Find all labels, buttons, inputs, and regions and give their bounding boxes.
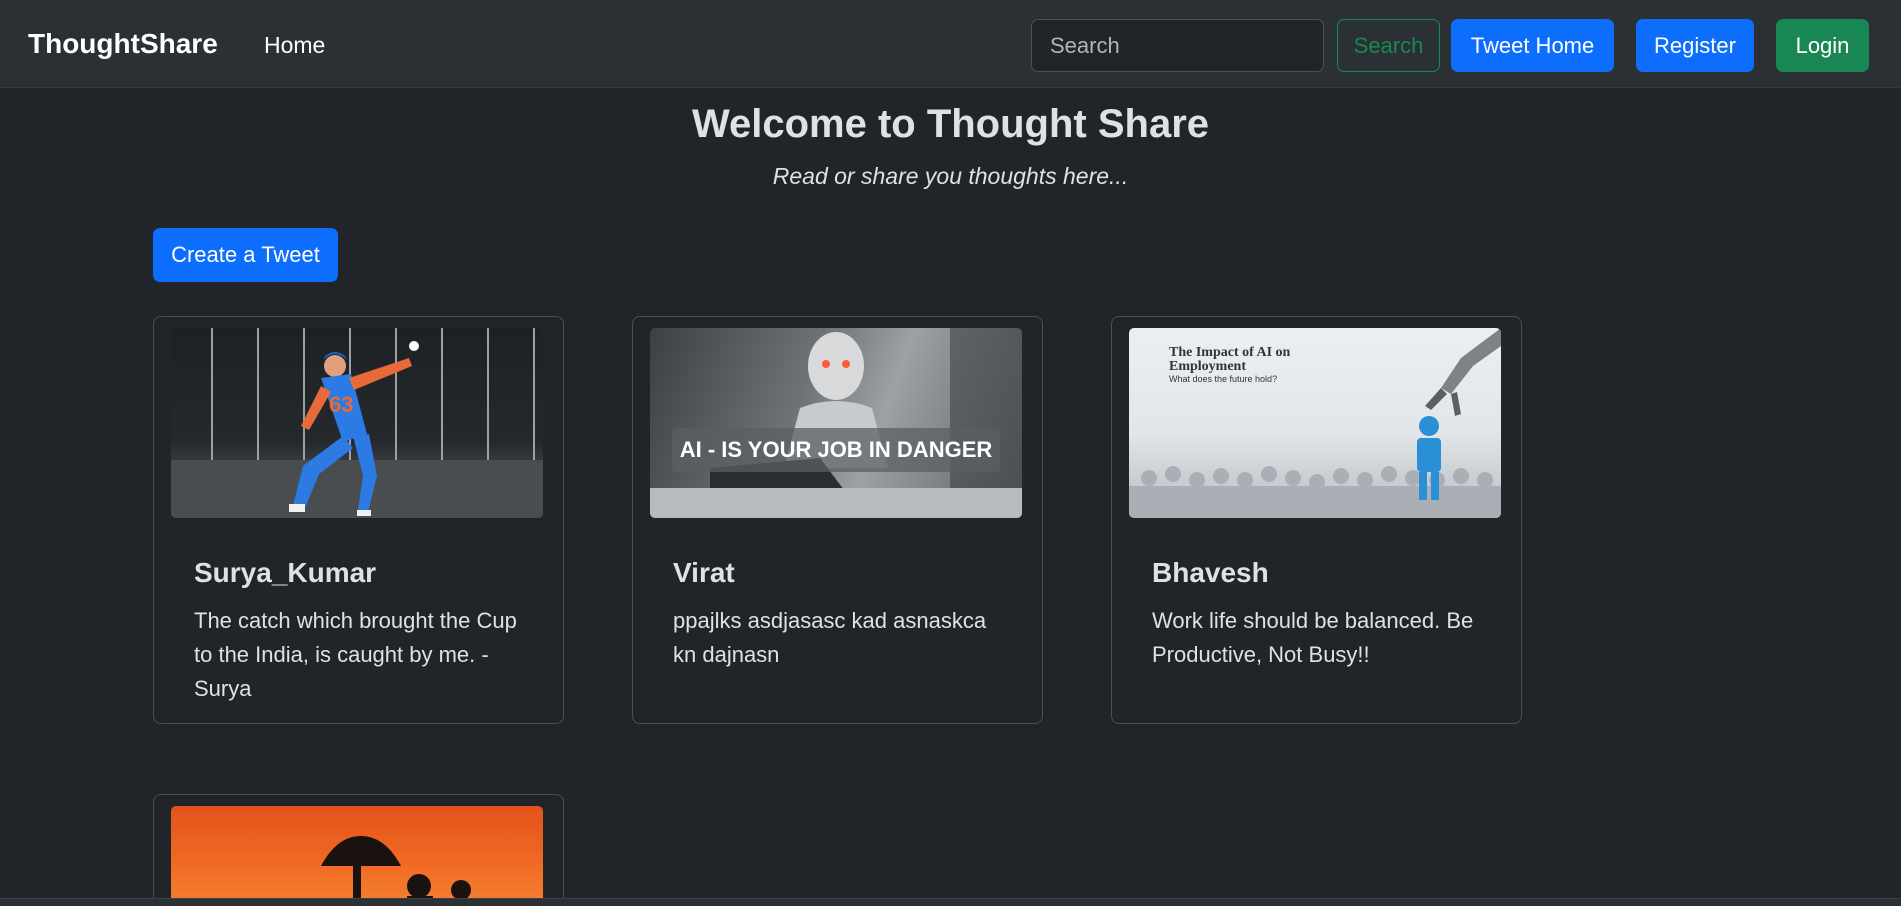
search-input[interactable] (1031, 19, 1324, 72)
cricket-player-illustration: 63 (171, 341, 543, 518)
image-caption: AI - IS YOUR JOB IN DANGER (679, 437, 993, 462)
tweet-card: AI - IS YOUR JOB IN DANGER Virat ppajlks… (632, 316, 1043, 724)
card-image-ai-employment: The Impact of AI on Employment What does… (1129, 328, 1501, 518)
card-author[interactable]: Bhavesh (1152, 557, 1269, 589)
tweet-card: 63 Surya_Kumar The catch which brought t… (153, 316, 564, 724)
svg-text:63: 63 (329, 392, 353, 417)
create-tweet-button[interactable]: Create a Tweet (153, 228, 338, 282)
nav-home-link[interactable]: Home (264, 32, 325, 59)
tweet-home-button[interactable]: Tweet Home (1451, 19, 1614, 72)
silhouette-illustration (321, 836, 473, 906)
register-button[interactable]: Register (1636, 19, 1754, 72)
robot-illustration (650, 328, 1022, 518)
card-text: Work life should be balanced. Be Product… (1152, 608, 1474, 667)
tweet-card: The Impact of AI on Employment What does… (1111, 316, 1522, 724)
page-title: Welcome to Thought Share (691, 102, 1210, 146)
image-subheading: What does the future hold? (1169, 374, 1278, 384)
navbar: ThoughtShare Home Search Tweet Home Regi… (0, 0, 1901, 88)
card-text: The catch which brought the Cup to the I… (194, 608, 517, 701)
card-author[interactable]: Surya_Kumar (194, 557, 376, 589)
brand-logo[interactable]: ThoughtShare (28, 28, 218, 60)
login-button[interactable]: Login (1776, 19, 1869, 72)
card-image-cricket: 63 (171, 328, 543, 518)
bottom-edge (0, 898, 1901, 906)
page-subtitle: Read or share you thoughts here... (772, 163, 1129, 189)
search-button[interactable]: Search (1337, 19, 1440, 72)
tweet-card (153, 794, 564, 906)
card-author[interactable]: Virat (673, 557, 735, 589)
card-image-ai-robot: AI - IS YOUR JOB IN DANGER (650, 328, 1022, 518)
card-image-sunset (171, 806, 543, 906)
image-heading: The Impact of AI on Employment (1169, 345, 1291, 374)
card-text: ppajlks asdjasasc kad asnaskca kn dajnas… (673, 608, 987, 667)
